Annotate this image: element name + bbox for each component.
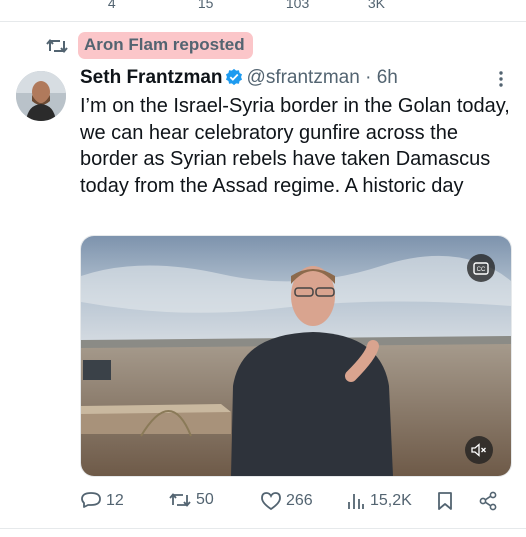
mute-button[interactable] [465,436,493,464]
repost-icon [172,0,194,8]
more-options-button[interactable] [498,70,504,93]
share-icon [479,491,497,511]
heart-icon [261,492,281,511]
reply-icon [81,492,101,508]
reply-button[interactable]: 12 [80,491,124,511]
tweet-divider-bottom [0,528,526,529]
closed-captions-icon: CC [473,261,489,275]
prev-view-count: 3K [367,0,386,11]
avatar-image [16,71,66,121]
share-icon [482,0,498,6]
prev-reply-button[interactable]: 4 [84,0,116,11]
prev-repost-button[interactable]: 15 [172,0,214,11]
prev-reply-count: 4 [107,0,116,11]
prev-like-count: 103 [285,0,310,11]
verified-badge-icon [225,68,242,86]
tweet-time[interactable]: 6h [377,67,398,88]
tweet-actions: 12 50 266 15,2K [80,491,510,515]
repost-banner-text: Aron Flam reposted [78,32,253,59]
previous-tweet-actions: 4 15 103 3K [0,0,526,14]
views-icon [348,494,364,509]
reply-icon [84,0,104,8]
repost-icon [46,38,68,53]
meta-separator: · [365,67,372,88]
more-vertical-icon [499,71,503,87]
prev-views-button[interactable]: 3K [346,0,385,11]
share-button[interactable] [478,491,502,511]
prev-like-button[interactable]: 103 [262,0,309,11]
closed-captions-button[interactable]: CC [467,254,495,282]
repost-button[interactable]: 50 [168,491,214,509]
bookmark-icon [436,0,452,6]
video-frame [81,236,511,476]
svg-text:CC: CC [477,267,486,273]
heart-icon [262,0,282,8]
author-handle[interactable]: @sfrantzman [247,67,360,88]
prev-share-button[interactable] [482,0,498,9]
bookmark-icon [438,492,452,510]
views-button[interactable]: 15,2K [346,491,412,511]
volume-muted-icon [471,443,486,457]
tweet-video[interactable]: CC [80,235,512,477]
tweet-divider-top [0,21,526,22]
view-count: 15,2K [370,492,412,509]
tweet-text: I’m on the Israel-Syria border in the Go… [80,95,510,197]
prev-bookmark-button[interactable] [436,0,452,9]
repost-banner[interactable]: Aron Flam reposted [46,32,253,59]
bookmark-button[interactable] [436,491,458,511]
author-name[interactable]: Seth Frantzman [80,67,223,88]
views-icon [346,0,364,8]
reply-count: 12 [106,492,124,509]
repost-icon [169,493,191,507]
prev-repost-count: 15 [197,0,214,11]
like-count: 266 [286,492,313,509]
like-button[interactable]: 266 [260,491,313,511]
avatar[interactable] [16,71,66,121]
repost-count: 50 [196,491,214,508]
tweet-header: Seth Frantzman @sfrantzman · 6h [80,67,398,89]
